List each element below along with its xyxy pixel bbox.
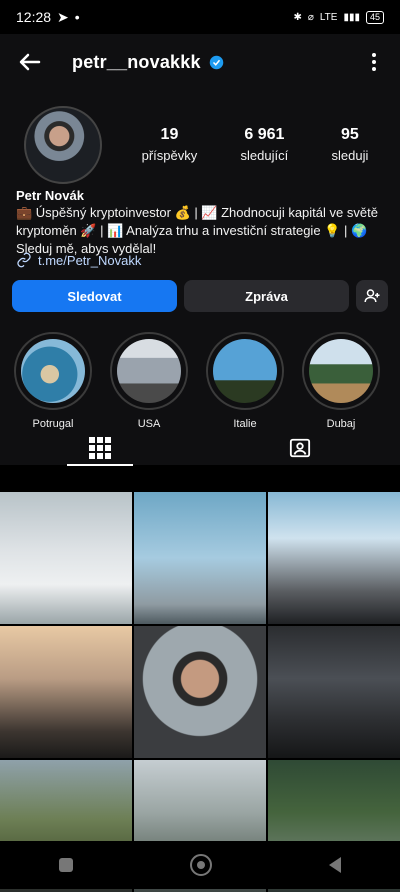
grid-post[interactable] xyxy=(0,626,132,758)
status-time: 12:28 xyxy=(16,9,52,25)
highlight-label: Dubaj xyxy=(326,418,356,430)
profile-stats: 19 příspěvky 6 961 sledující 95 sleduji xyxy=(120,126,390,163)
profile-tabs xyxy=(0,430,400,466)
system-back-button[interactable] xyxy=(329,857,342,873)
followers-label: sledující xyxy=(240,148,289,163)
notification-dot-icon: • xyxy=(74,9,80,25)
highlight-portugal[interactable]: Potrugal xyxy=(12,332,94,430)
avatar[interactable] xyxy=(24,106,102,184)
following-label: sleduji xyxy=(331,148,369,163)
followers-count: 6 961 xyxy=(244,126,285,143)
suggested-people-button[interactable] xyxy=(356,280,388,312)
add-person-icon xyxy=(364,289,380,303)
message-button[interactable]: Zpráva xyxy=(184,280,349,312)
signal-icon: ▮▮▮ xyxy=(343,11,360,23)
following-stat[interactable]: 95 sleduji xyxy=(332,126,369,163)
grid-post[interactable] xyxy=(0,492,132,624)
status-bar: 12:28 ➤ • ✱ ⌀ LTE ▮▮▮ 45 xyxy=(0,0,400,34)
profile-link[interactable]: t.me/Petr_Novakk xyxy=(16,252,141,268)
grid-post[interactable] xyxy=(268,492,400,624)
profile-name: Petr Novák xyxy=(16,188,84,203)
profile-header: petr__novakkk xyxy=(0,34,400,90)
posts-stat[interactable]: 19 příspěvky xyxy=(142,126,198,163)
wifi-off-icon: ⌀ xyxy=(307,11,314,23)
verified-badge-icon xyxy=(209,55,223,69)
home-button[interactable] xyxy=(189,854,212,876)
highlight-italy[interactable]: Italie xyxy=(204,332,286,430)
bluetooth-icon: ✱ xyxy=(293,11,302,23)
story-highlights: Potrugal USA Italie Dubaj xyxy=(12,332,382,430)
highlight-dubai[interactable]: Dubaj xyxy=(300,332,382,430)
link-icon xyxy=(17,252,31,268)
posts-grid xyxy=(0,492,400,892)
following-count: 95 xyxy=(341,126,359,143)
grid-icon xyxy=(89,437,111,459)
back-button[interactable] xyxy=(16,48,44,76)
highlight-label: Potrugal xyxy=(32,418,74,430)
posts-count: 19 xyxy=(160,126,179,143)
tab-tagged[interactable] xyxy=(200,430,400,466)
system-nav-bar xyxy=(0,841,400,889)
tab-posts-grid[interactable] xyxy=(0,430,200,466)
profile-actions: Sledovat Zpráva xyxy=(12,280,388,312)
grid-post[interactable] xyxy=(134,626,266,758)
profile-section: 19 příspěvky 6 961 sledující 95 sleduji … xyxy=(0,90,400,466)
profile-bio: 💼 Úspěšný kryptoinvestor 💰 | 📈 Zhodnocuj… xyxy=(16,205,378,256)
more-options-button[interactable] xyxy=(364,53,384,71)
followers-stat[interactable]: 6 961 sledující xyxy=(241,126,289,163)
highlight-usa[interactable]: USA xyxy=(108,332,190,430)
follow-button[interactable]: Sledovat xyxy=(12,280,177,312)
profile-username: petr__novakkk xyxy=(72,51,201,72)
highlight-label: Italie xyxy=(233,418,257,430)
arrow-left-icon xyxy=(19,53,41,71)
highlight-label: USA xyxy=(137,418,161,430)
telegram-icon: ➤ xyxy=(57,8,69,25)
grid-post[interactable] xyxy=(268,626,400,758)
profile-link-text: t.me/Petr_Novakk xyxy=(38,252,142,268)
network-label: LTE xyxy=(319,11,338,23)
recent-apps-button[interactable] xyxy=(58,858,73,872)
battery-badge: 45 xyxy=(365,10,384,24)
tagged-icon xyxy=(289,438,311,458)
grid-post[interactable] xyxy=(134,492,266,624)
posts-label: příspěvky xyxy=(141,148,198,163)
